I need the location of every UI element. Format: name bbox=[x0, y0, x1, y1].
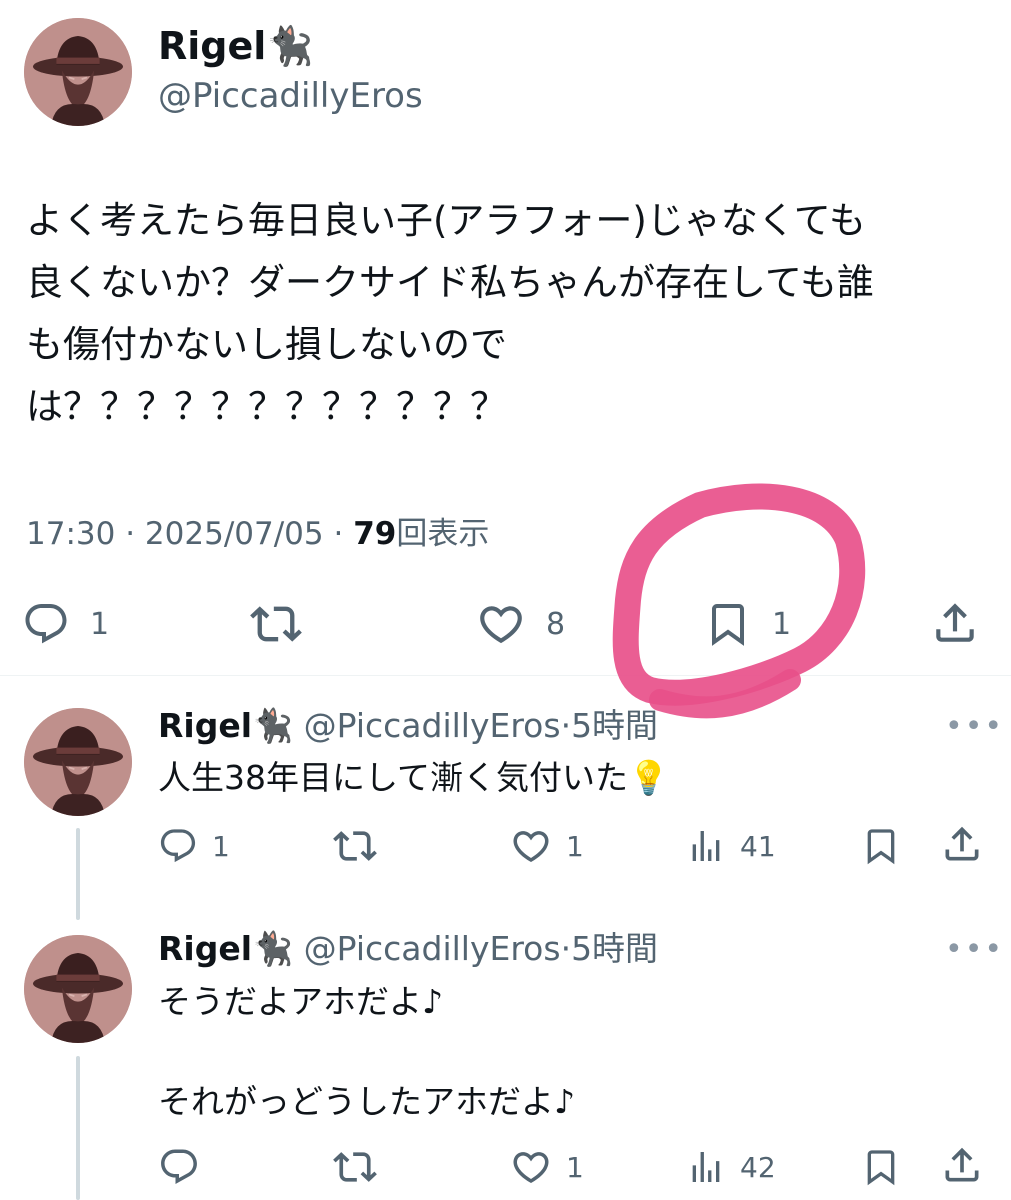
views-label: 回表示 bbox=[396, 516, 490, 552]
bookmark-button[interactable]: 1 bbox=[704, 600, 791, 648]
retweet-button[interactable] bbox=[250, 600, 302, 648]
avatar[interactable] bbox=[24, 708, 132, 816]
author-handle[interactable]: @PiccadillyEros bbox=[304, 706, 561, 745]
view-count: 79 bbox=[353, 516, 397, 552]
retweet-icon bbox=[333, 1145, 377, 1189]
reply-button[interactable]: 1 bbox=[158, 826, 230, 866]
tweet-text-line: は？？？？？？？？？？？？ bbox=[26, 385, 507, 428]
reply-icon bbox=[158, 826, 198, 866]
like-button[interactable]: 1 bbox=[510, 825, 584, 867]
like-button[interactable]: 8 bbox=[476, 600, 565, 648]
like-button[interactable]: 1 bbox=[510, 1146, 584, 1188]
retweet-icon bbox=[333, 824, 377, 868]
heart-icon bbox=[510, 825, 552, 867]
bookmark-icon bbox=[704, 600, 752, 648]
more-icon[interactable]: ••• bbox=[945, 712, 1004, 742]
retweet-icon bbox=[250, 598, 302, 650]
views-icon bbox=[686, 826, 726, 866]
author-name-text: Rigel bbox=[158, 929, 253, 968]
tweet-text-line: も傷付かないし損しないので bbox=[26, 323, 507, 366]
share-button[interactable] bbox=[940, 822, 984, 866]
black-cat-emoji: 🐈‍⬛ bbox=[252, 706, 294, 745]
reply-count: 1 bbox=[90, 606, 110, 642]
author-handle[interactable]: @PiccadillyEros bbox=[158, 74, 423, 118]
heart-icon bbox=[476, 599, 526, 649]
tweet-meta: 17:30 · 2025/07/05 · 79回表示 bbox=[26, 512, 489, 556]
bookmark-icon bbox=[861, 1147, 901, 1187]
thread-line bbox=[76, 1056, 80, 1200]
tweet-time[interactable]: 17:30 bbox=[26, 516, 115, 552]
author-name[interactable]: Rigel🐈‍⬛ bbox=[158, 22, 314, 70]
like-count: 1 bbox=[566, 1150, 584, 1184]
views-button[interactable]: 41 bbox=[686, 824, 776, 868]
reply-icon bbox=[158, 1146, 200, 1188]
author-name-text: Rigel bbox=[158, 706, 253, 745]
share-button[interactable] bbox=[930, 598, 980, 648]
meta-separator: · bbox=[333, 516, 344, 552]
author-name[interactable]: Rigel🐈‍⬛ bbox=[158, 929, 293, 968]
tweet-text: よく考えたら毎日良い子(アラフォー)じゃなくても 良くないか？ダークサイド私ちゃ… bbox=[26, 190, 986, 438]
bookmark-button[interactable] bbox=[861, 1145, 901, 1189]
avatar[interactable] bbox=[24, 18, 132, 126]
time-separator: · bbox=[560, 706, 572, 745]
reply-header: Rigel🐈‍⬛ @PiccadillyEros·5時間 bbox=[158, 927, 658, 971]
thread-line bbox=[76, 828, 80, 920]
view-count: 41 bbox=[740, 829, 776, 863]
heart-icon bbox=[510, 1146, 552, 1188]
reply-button[interactable] bbox=[158, 1146, 214, 1188]
author-name-text: Rigel bbox=[158, 24, 267, 68]
author-name[interactable]: Rigel🐈‍⬛ bbox=[158, 706, 293, 745]
author-handle[interactable]: @PiccadillyEros bbox=[304, 929, 561, 968]
share-icon bbox=[940, 822, 984, 866]
bookmark-button[interactable] bbox=[861, 824, 901, 868]
black-cat-emoji: 🐈‍⬛ bbox=[252, 929, 294, 968]
time-separator: · bbox=[560, 929, 572, 968]
views-button[interactable]: 42 bbox=[686, 1145, 776, 1189]
share-icon bbox=[940, 1143, 984, 1187]
reply-text: それがっどうしたアホだよ♪ bbox=[158, 1082, 576, 1121]
tweet-date[interactable]: 2025/07/05 bbox=[145, 516, 324, 552]
reply-icon bbox=[22, 600, 70, 648]
like-count: 8 bbox=[546, 606, 566, 642]
share-button[interactable] bbox=[940, 1143, 984, 1187]
time-ago[interactable]: 5時間 bbox=[571, 929, 658, 968]
view-count: 42 bbox=[740, 1150, 776, 1184]
black-cat-emoji: 🐈‍⬛ bbox=[266, 24, 314, 68]
retweet-button[interactable] bbox=[333, 824, 377, 868]
share-icon bbox=[930, 598, 980, 648]
divider bbox=[0, 675, 1011, 676]
more-icon[interactable]: ••• bbox=[945, 935, 1004, 965]
reply-text: 人生38年目にして漸く気付いた💡 bbox=[158, 758, 670, 797]
reply-button[interactable]: 1 bbox=[22, 600, 109, 648]
like-count: 1 bbox=[566, 829, 584, 863]
views-icon bbox=[686, 1147, 726, 1187]
bookmark-icon bbox=[861, 826, 901, 866]
tweet-text-line: よく考えたら毎日良い子(アラフォー)じゃなくても bbox=[26, 199, 866, 242]
retweet-button[interactable] bbox=[333, 1145, 377, 1189]
time-ago[interactable]: 5時間 bbox=[571, 706, 658, 745]
reply-header: Rigel🐈‍⬛ @PiccadillyEros·5時間 bbox=[158, 704, 658, 748]
reply-count: 1 bbox=[212, 829, 230, 863]
tweet-text-line: 良くないか？ダークサイド私ちゃんが存在しても誰 bbox=[26, 261, 875, 304]
meta-separator: · bbox=[125, 516, 136, 552]
reply-text: そうだよアホだよ♪ bbox=[158, 982, 444, 1021]
avatar[interactable] bbox=[24, 935, 132, 1043]
bookmark-count: 1 bbox=[772, 606, 792, 642]
